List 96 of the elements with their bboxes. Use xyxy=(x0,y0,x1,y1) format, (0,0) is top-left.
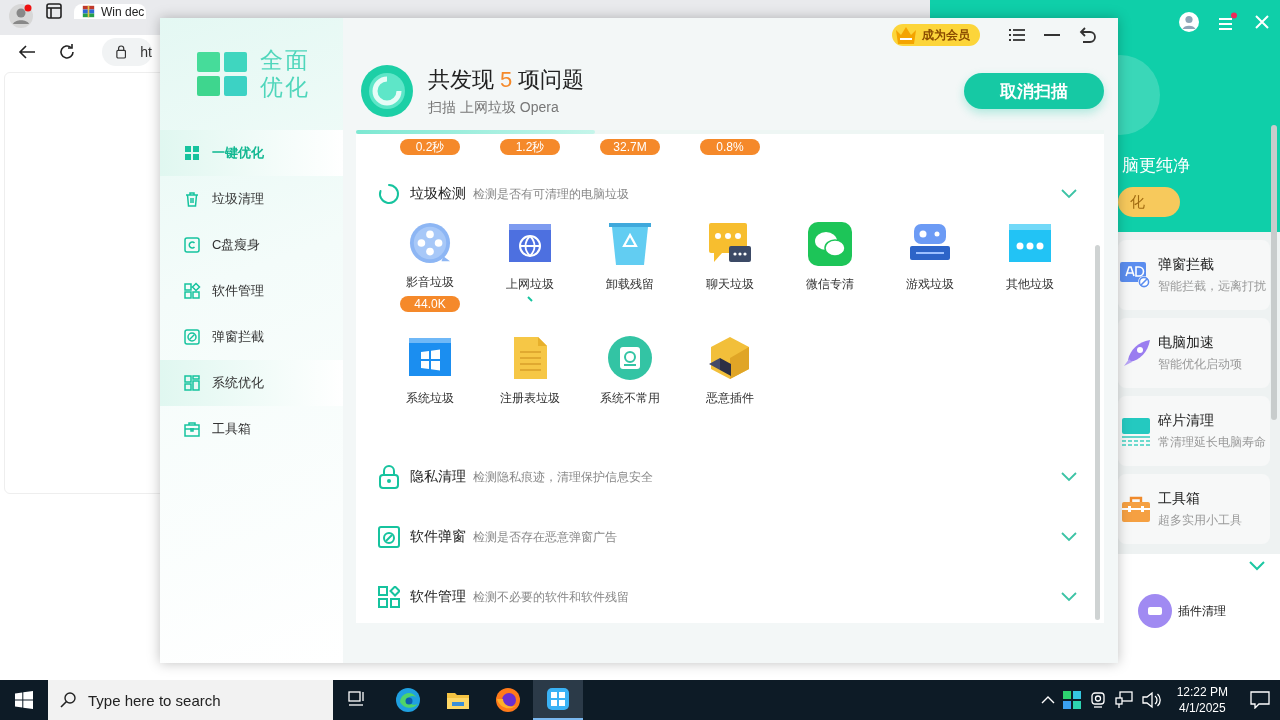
junk-item[interactable]: 恶意插件 xyxy=(680,336,780,426)
chevron-up-icon[interactable] xyxy=(1040,695,1055,705)
section-header[interactable]: 软件弹窗 检测是否存在恶意弹窗广告 xyxy=(356,507,1104,567)
card-title: 工具箱 xyxy=(1158,489,1201,508)
notifications-icon[interactable] xyxy=(1250,691,1270,709)
nav-item[interactable]: 垃圾清理 xyxy=(160,176,343,222)
vip-button[interactable]: 成为会员 xyxy=(892,24,980,46)
section-title: 软件弹窗 xyxy=(410,528,466,546)
loading-icon xyxy=(378,183,400,205)
stat-badge: 32.7M xyxy=(600,139,660,155)
junk-item[interactable]: 卸载残留 xyxy=(580,222,680,312)
lock-icon xyxy=(378,465,400,489)
junk-item[interactable]: 系统不常用 xyxy=(580,336,680,426)
logo-text: 全面 优化 xyxy=(260,47,310,101)
logo-icon xyxy=(196,51,248,97)
profile-icon[interactable] xyxy=(8,3,34,29)
section-header[interactable]: 隐私清理 检测隐私痕迹，清理保护信息安全 xyxy=(356,447,1104,507)
nav-item[interactable]: 系统优化 xyxy=(160,360,343,406)
scrollbar[interactable] xyxy=(1271,125,1277,420)
camera-icon[interactable] xyxy=(1088,691,1107,709)
toolbox-icon xyxy=(1120,494,1152,524)
dashboard-icon xyxy=(183,374,201,392)
section-description: 检测不必要的软件和软件残留 xyxy=(473,588,630,606)
scrollbar[interactable] xyxy=(1095,245,1100,620)
junk-item[interactable]: 聊天垃圾 xyxy=(680,222,780,312)
back-icon[interactable] xyxy=(1078,27,1096,43)
feature-card[interactable]: 电脑加速 智能优化启动项 xyxy=(1118,318,1270,388)
network-icon[interactable] xyxy=(1114,691,1133,709)
recycle-bin-icon xyxy=(608,222,652,266)
grid-icon xyxy=(183,144,201,162)
cube-icon xyxy=(708,336,752,380)
search-icon xyxy=(60,692,76,708)
section-header[interactable]: 垃圾检测 检测是否有可清理的电脑垃圾 xyxy=(356,164,1104,224)
minimize-icon[interactable] xyxy=(1044,33,1060,37)
junk-item[interactable]: 游戏垃圾 xyxy=(880,222,980,312)
address-field[interactable]: ht xyxy=(102,37,152,66)
block-icon xyxy=(378,526,400,548)
card-subtitle: 超多实用小工具 xyxy=(1158,511,1242,529)
apps-icon xyxy=(183,282,201,300)
tray-app-icon[interactable] xyxy=(1062,691,1081,709)
section-title: 软件管理 xyxy=(410,588,466,606)
section-title: 隐私清理 xyxy=(410,468,466,486)
size-badge: 44.0K xyxy=(400,296,460,312)
section-header[interactable]: 软件管理 检测不必要的软件和软件残留 xyxy=(356,567,1104,623)
tool-item[interactable]: 插件清理 xyxy=(1138,594,1266,628)
stat-badge: 0.8% xyxy=(700,139,760,155)
lock-icon xyxy=(116,43,127,60)
feature-card[interactable]: 弹窗拦截 智能拦截，远离打扰 xyxy=(1118,240,1270,310)
section-description: 检测是否有可清理的电脑垃圾 xyxy=(473,185,630,203)
section-description: 检测是否存在恶意弹窗广告 xyxy=(473,528,618,546)
slogan-text: 脑更纯净 xyxy=(1122,155,1191,177)
stat-badge: 1.2秒 xyxy=(500,139,560,155)
nav-item[interactable]: C盘瘦身 xyxy=(160,222,343,268)
junk-item[interactable]: 其他垃圾 xyxy=(980,222,1080,312)
reload-icon[interactable] xyxy=(58,42,76,61)
film-reel-icon xyxy=(408,222,452,264)
trash-icon xyxy=(183,190,201,208)
card-title: 电脑加速 xyxy=(1158,333,1215,352)
stat-badge: 0.2秒 xyxy=(400,139,460,155)
back-icon[interactable] xyxy=(18,43,36,60)
app-grid-icon[interactable] xyxy=(533,680,583,720)
start-icon[interactable] xyxy=(15,691,33,709)
card-subtitle: 智能拦截，远离打扰 xyxy=(1158,277,1266,295)
wechat-icon xyxy=(808,222,852,266)
scan-status: 扫描 上网垃圾 Opera xyxy=(428,99,560,117)
menu-icon[interactable] xyxy=(1008,28,1026,42)
junk-item[interactable]: 系统垃圾 xyxy=(380,336,480,426)
search-field[interactable]: Type here to search xyxy=(48,680,333,720)
section-title: 垃圾检测 xyxy=(410,185,466,203)
card-subtitle: 常清理延长电脑寿命 xyxy=(1158,433,1266,451)
nav-item[interactable]: 工具箱 xyxy=(160,406,343,452)
block-icon xyxy=(183,328,201,346)
nav-item[interactable]: 软件管理 xyxy=(160,268,343,314)
clock[interactable]: 12:22 PM 4/1/2025 xyxy=(1176,684,1228,716)
plugin-icon xyxy=(1138,594,1172,628)
card-subtitle: 智能优化启动项 xyxy=(1158,355,1242,373)
scan-title: 共发现 5 项问题 xyxy=(428,66,586,94)
section-description: 检测隐私痕迹，清理保护信息安全 xyxy=(473,468,654,486)
toolbox-icon xyxy=(183,420,201,438)
apps-icon xyxy=(378,586,400,608)
scan-progress-icon xyxy=(361,65,413,117)
feature-card[interactable]: 工具箱 超多实用小工具 xyxy=(1118,474,1270,544)
junk-item[interactable]: 注册表垃圾 xyxy=(480,336,580,426)
card-title: 碎片清理 xyxy=(1158,411,1215,430)
browser-tab[interactable]: Win dec xyxy=(74,4,146,19)
ad-block-icon xyxy=(1120,260,1152,290)
nav-item[interactable]: 弹窗拦截 xyxy=(160,314,343,360)
volume-icon[interactable] xyxy=(1140,691,1161,709)
feature-card[interactable]: 碎片清理 常清理延长电脑寿命 xyxy=(1118,396,1270,466)
junk-item[interactable]: 影音垃圾 44.0K xyxy=(380,222,480,312)
archive-icon xyxy=(82,5,95,18)
junk-item[interactable]: 上网垃圾 xyxy=(480,222,580,312)
junk-item[interactable]: 微信专清 xyxy=(780,222,880,312)
drive-icon xyxy=(183,236,201,254)
card-title: 弹窗拦截 xyxy=(1158,255,1215,274)
tab-actions-icon[interactable] xyxy=(46,3,62,19)
